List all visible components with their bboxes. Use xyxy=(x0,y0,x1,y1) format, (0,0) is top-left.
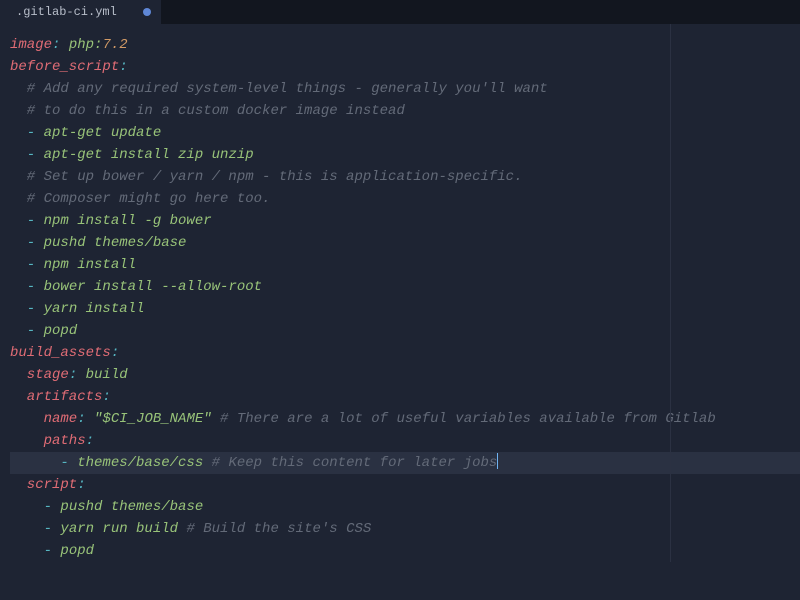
text-cursor-icon xyxy=(497,453,498,469)
code-line: image: php:7.2 xyxy=(10,34,800,56)
code-line: stage: build xyxy=(10,364,800,386)
code-line: artifacts: xyxy=(10,386,800,408)
code-line: build_assets: xyxy=(10,342,800,364)
code-line: # Set up bower / yarn / npm - this is ap… xyxy=(10,166,800,188)
code-line: before_script: xyxy=(10,56,800,78)
code-line: - yarn run build # Build the site's CSS xyxy=(10,518,800,540)
code-line: - yarn install xyxy=(10,298,800,320)
tab-bar: .gitlab-ci.yml xyxy=(0,0,800,24)
code-line-active: - themes/base/css # Keep this content fo… xyxy=(10,452,800,474)
code-line: - pushd themes/base xyxy=(10,232,800,254)
modified-indicator-icon xyxy=(143,8,151,16)
code-line: paths: xyxy=(10,430,800,452)
code-line: # Add any required system-level things -… xyxy=(10,78,800,100)
code-line: name: "$CI_JOB_NAME" # There are a lot o… xyxy=(10,408,800,430)
code-line: - popd xyxy=(10,540,800,562)
tab-filename: .gitlab-ci.yml xyxy=(16,5,117,19)
code-line: - popd xyxy=(10,320,800,342)
ruler-guide xyxy=(670,24,671,562)
code-line: - npm install xyxy=(10,254,800,276)
code-line: - npm install -g bower xyxy=(10,210,800,232)
file-tab[interactable]: .gitlab-ci.yml xyxy=(0,0,161,24)
code-line: - apt-get update xyxy=(10,122,800,144)
code-line: # to do this in a custom docker image in… xyxy=(10,100,800,122)
code-line: - bower install --allow-root xyxy=(10,276,800,298)
code-line: # Composer might go here too. xyxy=(10,188,800,210)
code-editor[interactable]: image: php:7.2 before_script: # Add any … xyxy=(0,24,800,562)
code-line: - pushd themes/base xyxy=(10,496,800,518)
code-line: script: xyxy=(10,474,800,496)
code-line: - apt-get install zip unzip xyxy=(10,144,800,166)
